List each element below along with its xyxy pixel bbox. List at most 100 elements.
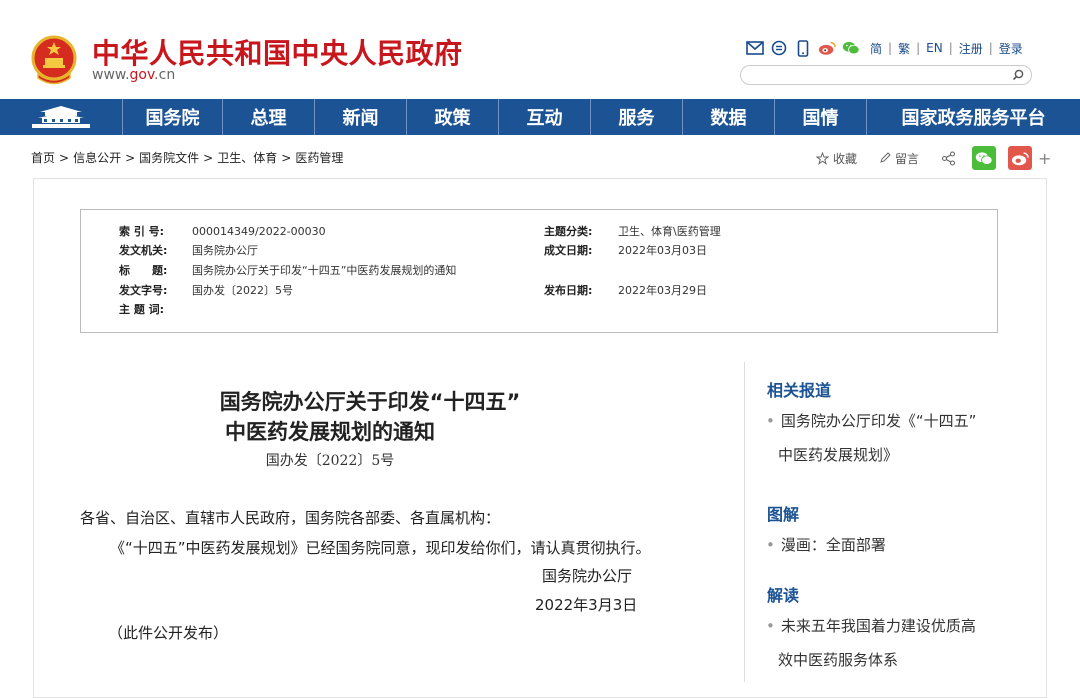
- issuer-value: 国务院办公厅: [192, 244, 258, 257]
- register-link[interactable]: 注册: [959, 40, 983, 57]
- breadcrumb-state-council-docs[interactable]: 国务院文件: [139, 151, 199, 165]
- nav-premier[interactable]: 总理: [222, 99, 314, 135]
- english-link[interactable]: EN: [926, 41, 943, 55]
- share-icon: [941, 150, 956, 166]
- nav-policy[interactable]: 政策: [406, 99, 498, 135]
- info-row-index: 索 引 号: 000014349/2022-00030: [119, 224, 326, 240]
- interpret-item[interactable]: • 未来五年我国着力建设优质高 效中医药服务体系: [766, 609, 976, 677]
- breadcrumb-separator: >: [125, 151, 136, 165]
- link-separator: |: [888, 41, 893, 55]
- page: 中华人民共和国中央人民政府 www.gov.cn 简 | 繁 | EN | 注册…: [0, 0, 1080, 698]
- domain-suffix: .cn: [154, 67, 176, 83]
- article-salutation: 各省、自治区、直辖市人民政府，国务院各部委、各直属机构：: [80, 509, 501, 527]
- favorite-button[interactable]: 收藏: [816, 150, 857, 167]
- graphic-heading: 图解: [767, 505, 800, 524]
- article-title-line1: 国务院办公厅关于印发“十四五”: [219, 390, 521, 414]
- related-item-line2: 中医药发展规划》: [778, 446, 899, 464]
- pub-date-label: 发布日期:: [544, 284, 593, 297]
- article-note: （此件公开发布）: [108, 624, 229, 642]
- breadcrumb-home[interactable]: 首页: [31, 151, 55, 165]
- search-icon[interactable]: [1011, 68, 1025, 82]
- star-icon: [816, 151, 829, 165]
- docno-label: 发文字号:: [119, 284, 168, 297]
- related-item-line1: 国务院办公厅印发《“十四五”: [780, 412, 977, 430]
- bullet: •: [766, 536, 775, 554]
- document-info-table: 索 引 号: 000014349/2022-00030 主题分类: 卫生、体育\医药…: [80, 209, 998, 333]
- message-icon[interactable]: [770, 39, 788, 57]
- breadcrumb-medicine[interactable]: 医药管理: [295, 151, 343, 165]
- article-date: 2022年3月3日: [535, 596, 638, 614]
- related-heading: 相关报道: [767, 381, 832, 400]
- nav-home-cell[interactable]: [0, 99, 122, 135]
- bullet: •: [766, 617, 775, 635]
- info-row-docno: 发文字号: 国办发〔2022〕5号: [119, 283, 293, 299]
- article-signer: 国务院办公厅: [542, 567, 633, 585]
- date-written-value: 2022年03月03日: [618, 244, 707, 257]
- graphic-item-text: 漫画：全面部署: [780, 536, 886, 554]
- breadcrumb-info-public[interactable]: 信息公开: [73, 151, 121, 165]
- nav-data[interactable]: 数据: [682, 99, 774, 135]
- related-item[interactable]: • 国务院办公厅印发《“十四五” 中医药发展规划》: [766, 404, 976, 472]
- breadcrumb-health-sports[interactable]: 卫生、体育: [217, 151, 277, 165]
- interpret-item-line2: 效中医药服务体系: [778, 651, 899, 669]
- page-tools: 收藏 留言 +: [816, 146, 1051, 170]
- sidebar-divider: [744, 362, 745, 682]
- index-value: 000014349/2022-00030: [192, 225, 326, 238]
- wechat-icon: [975, 151, 993, 165]
- info-row-issuer: 发文机关: 国务院办公厅: [119, 243, 258, 259]
- national-emblem-icon[interactable]: [30, 34, 78, 86]
- share-button[interactable]: [941, 150, 960, 166]
- nav-services[interactable]: 服务: [590, 99, 682, 135]
- topic-label: 主题分类:: [544, 225, 593, 238]
- article-body: 《“十四五”中医药发展规划》已经国务院同意，现印发给你们，请认真贯彻执行。: [110, 539, 651, 557]
- simplified-link[interactable]: 简: [870, 40, 882, 57]
- info-row-date-written: 成文日期: 2022年03月03日: [544, 243, 707, 259]
- graphic-item[interactable]: • 漫画：全面部署: [766, 528, 886, 562]
- nav-news[interactable]: 新闻: [314, 99, 406, 135]
- nav-interaction[interactable]: 互动: [498, 99, 590, 135]
- favorite-label: 收藏: [833, 151, 858, 166]
- link-separator: |: [988, 41, 993, 55]
- site-title[interactable]: 中华人民共和国中央人民政府: [92, 32, 463, 72]
- breadcrumb: 首页 > 信息公开 > 国务院文件 > 卫生、体育 > 医药管理: [31, 149, 343, 166]
- interpret-heading: 解读: [767, 586, 800, 605]
- traditional-link[interactable]: 繁: [898, 40, 910, 57]
- info-row-keywords: 主 题 词:: [119, 302, 164, 318]
- share-wechat-button[interactable]: [972, 146, 997, 170]
- title-value: 国务院办公厅关于印发“十四五”中医药发展规划的通知: [192, 264, 457, 277]
- issuer-label: 发文机关:: [119, 244, 168, 257]
- mobile-icon[interactable]: [794, 39, 812, 57]
- wechat-icon[interactable]: [842, 39, 860, 57]
- nav-state-council[interactable]: 国务院: [122, 99, 222, 135]
- comment-label: 留言: [895, 151, 920, 166]
- nav-national-info[interactable]: 国情: [774, 99, 866, 135]
- nav-gov-service-platform[interactable]: 国家政务服务平台: [866, 99, 1080, 135]
- date-written-label: 成文日期:: [544, 244, 593, 257]
- site-domain[interactable]: www.gov.cn: [92, 67, 175, 83]
- index-label: 索 引 号:: [119, 225, 165, 238]
- login-link[interactable]: 登录: [999, 40, 1023, 57]
- article-title-line2: 中医药发展规划的通知: [225, 420, 435, 444]
- search-input[interactable]: [751, 68, 1011, 82]
- tiananmen-icon[interactable]: [30, 104, 92, 130]
- info-row-topic: 主题分类: 卫生、体育\医药管理: [544, 224, 721, 240]
- top-links: 简 | 繁 | EN | 注册 | 登录: [746, 38, 1023, 58]
- interpret-item-line1: 未来五年我国着力建设优质高: [780, 617, 976, 635]
- share-weibo-button[interactable]: [1008, 146, 1033, 170]
- title-label: 标 题:: [119, 264, 168, 277]
- topic-value: 卫生、体育\医药管理: [618, 225, 721, 238]
- main-nav: 国务院 总理 新闻 政策 互动 服务 数据 国情 国家政务服务平台: [0, 99, 1080, 135]
- keywords-label: 主 题 词:: [119, 303, 165, 316]
- breadcrumb-separator: >: [281, 151, 292, 165]
- info-row-pub-date: 发布日期: 2022年03月29日: [544, 283, 707, 299]
- domain-prefix: www.: [92, 67, 130, 83]
- breadcrumb-separator: >: [203, 151, 214, 165]
- bullet: •: [766, 412, 775, 430]
- mail-icon[interactable]: [746, 39, 764, 57]
- more-share-button[interactable]: +: [1038, 149, 1051, 168]
- search-box: [740, 65, 1032, 85]
- weibo-icon[interactable]: [818, 39, 836, 57]
- docno-value: 国办发〔2022〕5号: [192, 284, 293, 297]
- link-separator: |: [948, 41, 953, 55]
- comment-button[interactable]: 留言: [879, 150, 919, 167]
